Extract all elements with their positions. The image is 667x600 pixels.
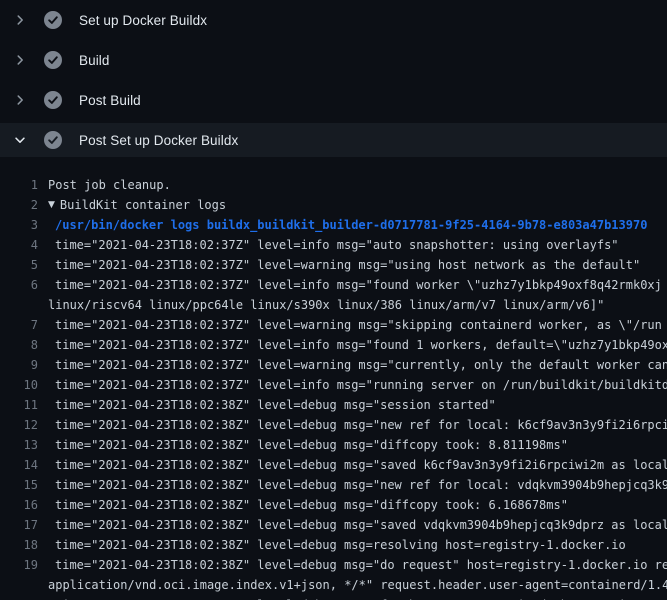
log-line: 20 time="2021-04-23T18:02:38Z" level=debu…	[0, 595, 667, 600]
log-line-text: time="2021-04-23T18:02:37Z" level=info m…	[55, 235, 619, 255]
check-circle-icon	[44, 91, 62, 109]
log-line-text: time="2021-04-23T18:02:38Z" level=debug …	[55, 495, 568, 515]
check-circle-icon	[44, 51, 62, 69]
log-line-text: time="2021-04-23T18:02:37Z" level=warnin…	[55, 255, 640, 275]
step-label: Post Build	[79, 93, 141, 108]
log-line: 14 time="2021-04-23T18:02:38Z" level=debu…	[0, 455, 667, 475]
log-line: 16 time="2021-04-23T18:02:38Z" level=debu…	[0, 495, 667, 515]
log-line: 8 time="2021-04-23T18:02:37Z" level=info …	[0, 335, 667, 355]
step-label: Set up Docker Buildx	[79, 13, 207, 28]
log-line-text: time="2021-04-23T18:02:38Z" level=debug …	[55, 455, 667, 475]
log-line-text: time="2021-04-23T18:02:37Z" level=warnin…	[55, 355, 667, 375]
log-line-text: time="2021-04-23T18:02:37Z" level=info m…	[55, 335, 667, 355]
step-row-build[interactable]: Build	[0, 40, 667, 80]
log-line: 10 time="2021-04-23T18:02:37Z" level=info…	[0, 375, 667, 395]
log-line-number[interactable]: 5	[0, 255, 38, 275]
log-line: 9 time="2021-04-23T18:02:37Z" level=warni…	[0, 355, 667, 375]
log-line-number[interactable]: 7	[0, 315, 38, 335]
log-viewer: 1 Post job cleanup. 2 ▼BuildKit container l…	[0, 160, 667, 600]
log-line-text: time="2021-04-23T18:02:38Z" level=debug …	[55, 395, 496, 415]
log-line: 15 time="2021-04-23T18:02:38Z" level=debu…	[0, 475, 667, 495]
log-line-number[interactable]: 20	[0, 595, 38, 600]
log-line-text: time="2021-04-23T18:02:37Z" level=info m…	[55, 275, 662, 295]
log-line-number[interactable]: 18	[0, 535, 38, 555]
check-circle-icon	[44, 131, 62, 149]
log-line: 12 time="2021-04-23T18:02:38Z" level=debu…	[0, 415, 667, 435]
log-line-text: time="2021-04-23T18:02:38Z" level=debug …	[55, 435, 568, 455]
chevron-right-icon[interactable]	[12, 12, 28, 28]
log-line-number	[0, 575, 38, 595]
step-label: Post Set up Docker Buildx	[79, 133, 238, 148]
log-line: 13 time="2021-04-23T18:02:38Z" level=debu…	[0, 435, 667, 455]
log-line: 11 time="2021-04-23T18:02:38Z" level=debu…	[0, 395, 667, 415]
log-line-number[interactable]: 15	[0, 475, 38, 495]
log-line: 4 time="2021-04-23T18:02:37Z" level=info …	[0, 235, 667, 255]
log-command-text: /usr/bin/docker logs buildx_buildkit_bui…	[55, 215, 647, 235]
log-line: 3/usr/bin/docker logs buildx_buildkit_bu…	[0, 215, 667, 235]
check-circle-icon	[44, 11, 62, 29]
log-line-text: time="2021-04-23T18:02:38Z" level=debug …	[55, 515, 667, 535]
log-line-text[interactable]: BuildKit container logs	[60, 195, 226, 215]
log-line-text: application/vnd.oci.image.index.v1+json,…	[48, 575, 667, 595]
log-line: application/vnd.oci.image.index.v1+json,…	[0, 575, 667, 595]
log-line-number[interactable]: 8	[0, 335, 38, 355]
log-line-number[interactable]: 17	[0, 515, 38, 535]
log-line-text: Post job cleanup.	[48, 175, 171, 195]
log-line: 7 time="2021-04-23T18:02:37Z" level=warni…	[0, 315, 667, 335]
step-row-post-set-up-docker-buildx[interactable]: Post Set up Docker Buildx	[0, 123, 667, 157]
log-line-number[interactable]: 11	[0, 395, 38, 415]
workflow-log-panel: Set up Docker Buildx Build Post Build	[0, 0, 667, 600]
log-line: linux/riscv64 linux/ppc64le linux/s390x …	[0, 295, 667, 315]
log-line-text: linux/riscv64 linux/ppc64le linux/s390x …	[48, 295, 604, 315]
log-line-text: time="2021-04-23T18:02:38Z" level=debug …	[55, 555, 667, 575]
chevron-down-icon[interactable]	[12, 132, 28, 148]
log-line: 17 time="2021-04-23T18:02:38Z" level=debu…	[0, 515, 667, 535]
step-row-set-up-docker-buildx[interactable]: Set up Docker Buildx	[0, 0, 667, 40]
log-line-number[interactable]: 14	[0, 455, 38, 475]
log-line-number[interactable]: 10	[0, 375, 38, 395]
log-line-number[interactable]: 12	[0, 415, 38, 435]
log-line-number[interactable]: 4	[0, 235, 38, 255]
log-line-number[interactable]: 19	[0, 555, 38, 575]
step-label: Build	[79, 53, 110, 68]
log-line: 2 ▼BuildKit container logs	[0, 195, 667, 215]
log-line-text: time="2021-04-23T18:02:37Z" level=info m…	[55, 375, 667, 395]
log-line: 1 Post job cleanup.	[0, 175, 667, 195]
step-row-post-build[interactable]: Post Build	[0, 80, 667, 120]
chevron-right-icon[interactable]	[12, 52, 28, 68]
log-line-text: time="2021-04-23T18:02:37Z" level=warnin…	[55, 315, 662, 335]
collapse-triangle-icon[interactable]: ▼	[48, 195, 55, 215]
log-line: 19 time="2021-04-23T18:02:38Z" level=debu…	[0, 555, 667, 575]
log-line-number[interactable]: 16	[0, 495, 38, 515]
log-line-text: time="2021-04-23T18:02:38Z" level=debug …	[55, 475, 667, 495]
log-line-number[interactable]: 13	[0, 435, 38, 455]
log-line-number	[0, 295, 38, 315]
chevron-right-icon[interactable]	[12, 92, 28, 108]
log-line-number[interactable]: 3	[0, 215, 38, 235]
log-line-text: time="2021-04-23T18:02:38Z" level=debug …	[55, 595, 662, 600]
log-line-number[interactable]: 2	[0, 195, 38, 215]
step-list: Set up Docker Buildx Build Post Build	[0, 0, 667, 157]
log-line: 6 time="2021-04-23T18:02:37Z" level=info …	[0, 275, 667, 295]
log-line-number[interactable]: 9	[0, 355, 38, 375]
log-line: 5 time="2021-04-23T18:02:37Z" level=warni…	[0, 255, 667, 275]
log-line: 18 time="2021-04-23T18:02:38Z" level=debu…	[0, 535, 667, 555]
log-line-text: time="2021-04-23T18:02:38Z" level=debug …	[55, 535, 626, 555]
log-line-number[interactable]: 1	[0, 175, 38, 195]
log-line-number[interactable]: 6	[0, 275, 38, 295]
log-line-text: time="2021-04-23T18:02:38Z" level=debug …	[55, 415, 667, 435]
